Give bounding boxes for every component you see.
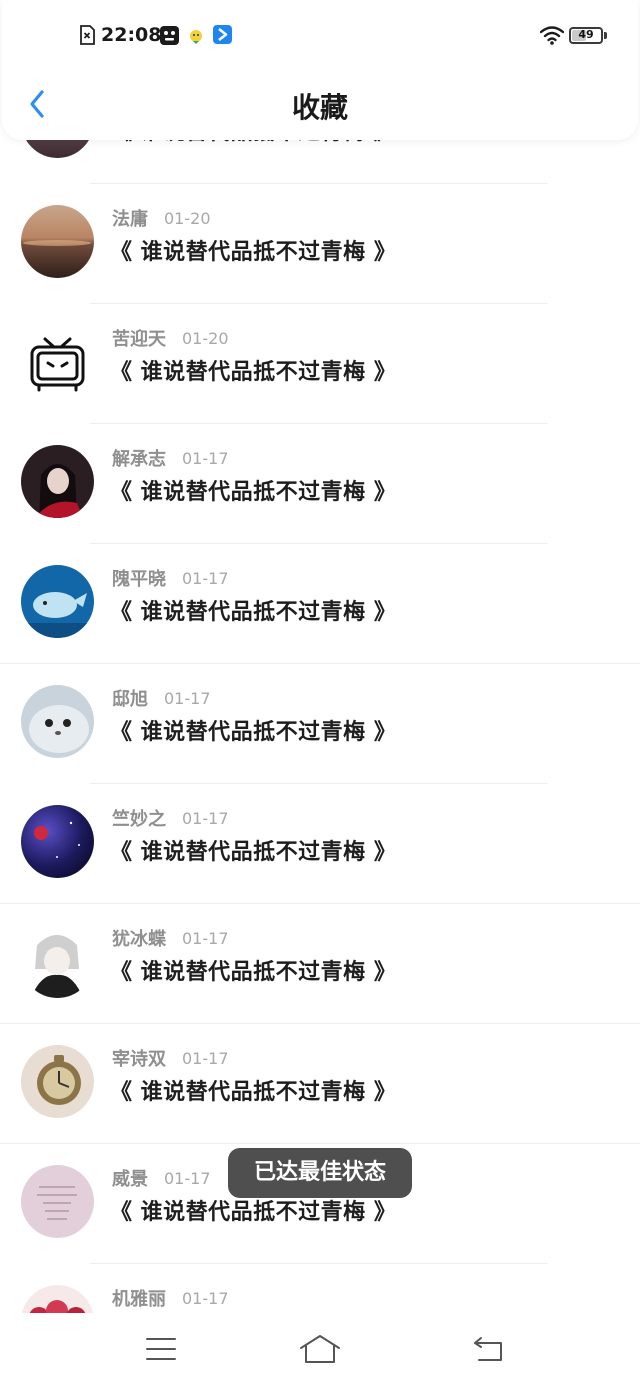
avatar xyxy=(21,1045,94,1118)
post-date: 01-17 xyxy=(182,808,229,828)
post-date: 01-20 xyxy=(182,328,229,348)
list-item[interactable]: 法庸 01-20 《 谁说替代品抵不过青梅 》 xyxy=(0,184,640,304)
avatar xyxy=(21,325,94,398)
post-date: 01-17 xyxy=(182,568,229,588)
list-item[interactable]: 机雅丽 01-17 xyxy=(0,1264,640,1313)
app-notification-icon xyxy=(160,26,179,49)
author-name: 威景 xyxy=(112,1169,148,1190)
avatar xyxy=(21,805,94,878)
item-title[interactable]: 《 谁说替代品抵不过青梅 》 xyxy=(110,834,396,866)
bottom-navigation-bar xyxy=(0,1313,640,1387)
item-meta: 邸旭 01-17 xyxy=(112,686,211,711)
avatar xyxy=(21,1285,94,1313)
post-date: 01-17 xyxy=(164,688,211,708)
avatar xyxy=(21,205,94,278)
item-meta: 法庸 01-20 xyxy=(112,206,211,231)
toast-message: 已达最佳状态 xyxy=(228,1148,412,1198)
sim-card-icon xyxy=(79,25,95,49)
battery-tip xyxy=(604,32,607,39)
post-date: 01-17 xyxy=(182,1288,229,1308)
item-title[interactable]: 《 谁说替代品抵不过青梅 》 xyxy=(110,714,396,746)
item-title[interactable]: 《 谁说替代品抵不过青梅 》 xyxy=(110,354,396,386)
item-title[interactable]: 《 谁说替代品抵不过青梅 》 xyxy=(110,594,396,626)
author-name: 机雅丽 xyxy=(112,1289,166,1310)
avatar xyxy=(21,685,94,758)
author-name: 隗平晓 xyxy=(112,569,166,590)
page-title: 收藏 xyxy=(291,91,348,124)
post-date: 01-17 xyxy=(182,1048,229,1068)
author-name: 竺妙之 xyxy=(112,809,166,830)
item-meta: 隗平晓 01-17 xyxy=(112,566,229,591)
avatar xyxy=(21,565,94,638)
home-icon xyxy=(300,1335,340,1363)
menu-button[interactable] xyxy=(136,1327,186,1371)
home-button[interactable] xyxy=(295,1327,345,1371)
author-name: 解承志 xyxy=(112,449,166,470)
item-title[interactable]: 《 谁说替代品抵不过青梅 》 xyxy=(110,954,396,986)
status-time: 22:08 xyxy=(101,24,162,46)
author-name: 苦迎天 xyxy=(112,329,166,350)
post-date: 01-17 xyxy=(182,928,229,948)
item-meta: 犹冰蝶 01-17 xyxy=(112,926,229,951)
item-title[interactable]: 《 谁说替代品抵不过青梅 》 xyxy=(110,474,396,506)
item-title[interactable]: 《 谁说替代品抵不过青梅 》 xyxy=(110,234,396,266)
item-meta: 机雅丽 01-17 xyxy=(112,1286,229,1311)
menu-icon xyxy=(146,1338,176,1360)
avatar xyxy=(21,1165,94,1238)
return-icon xyxy=(474,1337,502,1361)
author-name: 法庸 xyxy=(112,209,148,230)
return-button[interactable] xyxy=(463,1327,513,1371)
author-name: 犹冰蝶 xyxy=(112,929,166,950)
battery-level-text: 49 xyxy=(578,28,594,41)
avatar xyxy=(21,445,94,518)
status-bar: 22:08 49 xyxy=(2,0,638,70)
post-date: 01-17 xyxy=(182,448,229,468)
post-date: 01-17 xyxy=(164,1168,211,1188)
item-title[interactable]: 《 谁说替代品抵不过青梅 》 xyxy=(110,1194,396,1226)
item-meta: 解承志 01-17 xyxy=(112,446,229,471)
item-title[interactable]: 《 谁说替代品抵不过青梅 》 xyxy=(110,1074,396,1106)
battery-icon: 49 xyxy=(569,27,603,44)
item-meta: 竺妙之 01-17 xyxy=(112,806,229,831)
item-meta: 苦迎天 01-20 xyxy=(112,326,229,351)
emoji-notification-icon xyxy=(187,27,205,49)
avatar xyxy=(21,925,94,998)
list-item[interactable]: 邸旭 01-17 《 谁说替代品抵不过青梅 》 xyxy=(0,664,640,784)
author-name: 宰诗双 xyxy=(112,1049,166,1070)
list-item[interactable]: 竺妙之 01-17 《 谁说替代品抵不过青梅 》 xyxy=(0,784,640,904)
list-item[interactable]: 宰诗双 01-17 《 谁说替代品抵不过青梅 》 xyxy=(0,1024,640,1144)
list-item[interactable]: 苦迎天 01-20 《 谁说替代品抵不过青梅 》 xyxy=(0,304,640,424)
author-name: 邸旭 xyxy=(112,689,148,710)
list-item[interactable]: 解承志 01-17 《 谁说替代品抵不过青梅 》 xyxy=(0,424,640,544)
item-meta: 宰诗双 01-17 xyxy=(112,1046,229,1071)
list-item[interactable]: 隗平晓 01-17 《 谁说替代品抵不过青梅 》 xyxy=(0,544,640,664)
wifi-icon xyxy=(539,26,565,49)
arrow-app-icon xyxy=(213,25,232,48)
post-date: 01-20 xyxy=(164,208,211,228)
list-item[interactable]: 犹冰蝶 01-17 《 谁说替代品抵不过青梅 》 xyxy=(0,904,640,1024)
favorites-list[interactable]: 《 谁说替代品抵不过青梅 》 法庸 01-20 《 谁说替代品抵不过青梅 》 苦… xyxy=(0,0,640,1313)
top-header: 22:08 49 收藏 xyxy=(2,0,638,140)
item-meta: 威景 01-17 xyxy=(112,1166,211,1191)
